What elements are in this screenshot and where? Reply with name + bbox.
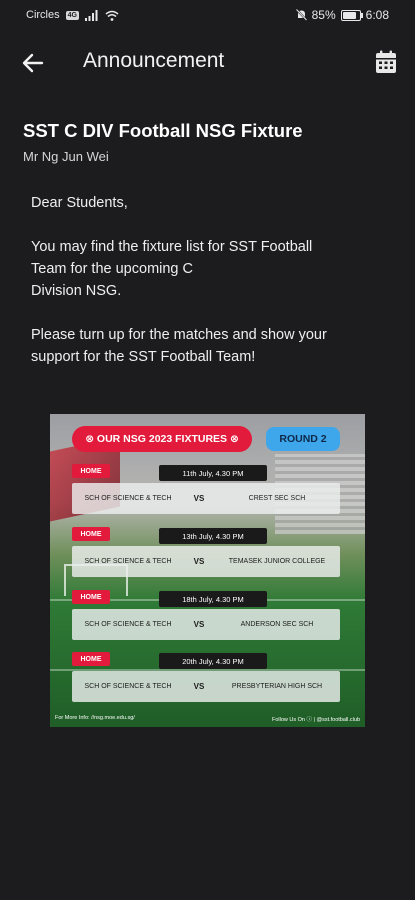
battery-percent: 85% [311,8,336,22]
match-row: SCH OF SCIENCE & TECH VS CREST SEC SCH [72,483,340,514]
home-tag: HOME [72,590,110,604]
vs-label: VS [193,494,205,503]
fixture-date: 20th July, 4.30 PM [159,653,267,669]
status-right: 85% 6:08 [295,8,389,22]
fixture-date: 18th July, 4.30 PM [159,591,267,607]
home-team: SCH OF SCIENCE & TECH [84,621,172,628]
home-team: SCH OF SCIENCE & TECH [84,683,172,690]
battery-fill [342,11,357,19]
poster-banner: ⊗ OUR NSG 2023 FIXTURES ⊗ [72,426,252,452]
text-line: Please turn up for the matches and show … [31,327,327,343]
fixture-date: 13th July, 4.30 PM [159,528,267,544]
text-line: support for the SST Football Team! [31,349,256,365]
poster-footer: For More Info: //nsg.moe.edu.sg/ Follow … [55,715,360,723]
clock-time: 6:08 [365,8,389,22]
announcement-author: Mr Ng Jun Wei [23,149,109,164]
paragraph-support: Please turn up for the matches and show … [31,324,381,368]
text-line: You may find the fixture list for SST Fo… [31,239,313,255]
away-team: TEMASEK JUNIOR COLLEGE [228,558,326,565]
wifi-icon [105,10,119,21]
arrow-left-icon [22,53,44,73]
fixture-date: 11th July, 4.30 PM [159,465,267,481]
page-title: Announcement [83,49,225,72]
network-type-chip: 4G [65,10,79,20]
vs-label: VS [193,620,205,629]
away-team: ANDERSON SEC SCH [240,621,314,628]
bell-off-icon [295,9,307,21]
vs-label: VS [193,557,205,566]
match-row: SCH OF SCIENCE & TECH VS TEMASEK JUNIOR … [72,546,340,577]
carrier-name: Circles [26,9,60,21]
home-tag: HOME [72,464,110,478]
announcement-title: SST C DIV Football NSG Fixture [23,120,303,141]
status-bar: Circles 4G 85% 6:08 [0,0,415,30]
home-tag: HOME [72,527,110,541]
away-team: CREST SEC SCH [248,495,306,502]
poster-footer-info: For More Info: //nsg.moe.edu.sg/ [55,715,135,721]
signal-icon [84,9,98,21]
battery-icon [340,9,363,21]
home-team: SCH OF SCIENCE & TECH [84,495,172,502]
poster-round-badge: ROUND 2 [266,427,340,451]
announcement-body: Dear Students, You may find the fixture … [31,192,381,390]
home-team: SCH OF SCIENCE & TECH [84,558,172,565]
fixture-poster-image[interactable]: ⊗ OUR NSG 2023 FIXTURES ⊗ ROUND 2 HOME 1… [50,414,365,727]
home-tag: HOME [72,652,110,666]
back-button[interactable] [20,50,46,76]
text-line: Division NSG. [31,283,122,299]
away-team: PRESBYTERIAN HIGH SCH [231,683,323,690]
text-line: Team for the upcoming C [31,261,193,277]
add-to-calendar-button[interactable] [375,50,397,74]
app-bar: Announcement [0,38,415,86]
paragraph-fixture-info: You may find the fixture list for SST Fo… [31,236,381,302]
status-left: Circles 4G [26,9,119,21]
vs-label: VS [193,682,205,691]
match-row: SCH OF SCIENCE & TECH VS ANDERSON SEC SC… [72,609,340,640]
poster-footer-social: Follow Us On ⓘ | @sst.football.club [271,717,360,723]
calendar-icon [376,50,396,73]
greeting: Dear Students, [31,195,128,211]
match-row: SCH OF SCIENCE & TECH VS PRESBYTERIAN HI… [72,671,340,702]
